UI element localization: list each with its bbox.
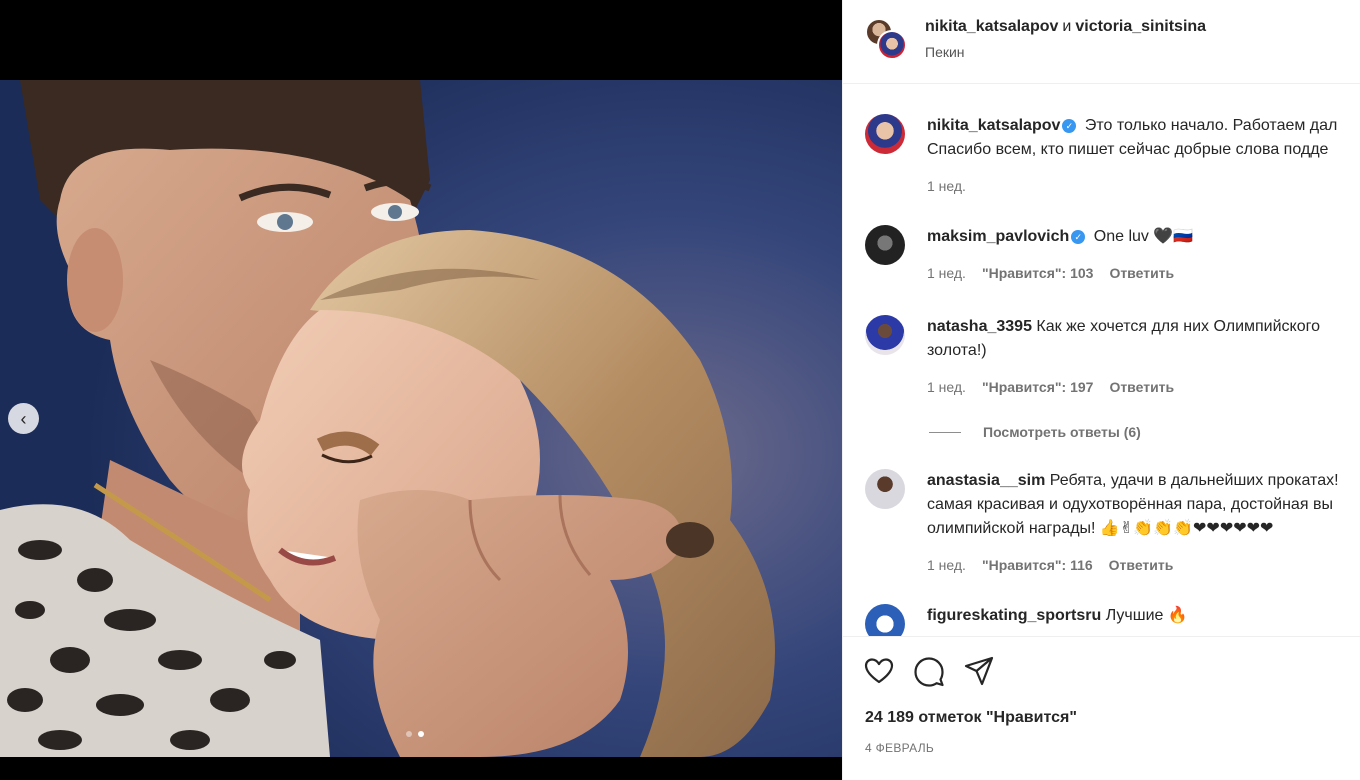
- comment-text: maksim_pavlovich ✓ One luv 🖤🇷🇺: [927, 225, 1360, 249]
- comment-icon[interactable]: [913, 655, 945, 687]
- comment-content: Ребята, удачи в дальнейших прокатах!: [1049, 472, 1339, 489]
- media-viewer: ‹: [0, 0, 842, 780]
- location-link[interactable]: Пекин: [925, 44, 965, 60]
- comment-content: Лучшие 🔥: [1105, 607, 1188, 624]
- avatar[interactable]: [865, 225, 905, 265]
- comment-time[interactable]: 1 нед.: [927, 557, 966, 573]
- username-link[interactable]: nikita_katsalapov: [927, 117, 1060, 134]
- avatar[interactable]: [865, 604, 905, 636]
- comment-text: anastasia__sim Ребята, удачи в дальнейши…: [927, 469, 1360, 541]
- carousel-indicator: [406, 731, 424, 737]
- comment-content: самая красивая и одухотворённая пара, до…: [927, 496, 1333, 513]
- comment-content: Как же хочется для них Олимпийского: [1036, 318, 1320, 335]
- photo-illustration: [0, 80, 842, 757]
- reply-button[interactable]: Ответить: [1109, 265, 1174, 281]
- post-panel: nikita_katsalapov и victoria_sinitsina Пек…: [842, 0, 1360, 780]
- previous-slide-button[interactable]: ‹: [8, 403, 39, 434]
- chevron-left-icon: ‹: [20, 408, 27, 429]
- avatar[interactable]: [865, 315, 905, 355]
- comment-likes[interactable]: "Нравится": 103: [982, 265, 1093, 281]
- collab-usernames: nikita_katsalapov и victoria_sinitsina: [925, 18, 1206, 36]
- username-link[interactable]: nikita_katsalapov: [925, 18, 1058, 35]
- carousel-dot-active: [418, 731, 424, 737]
- post-header: nikita_katsalapov и victoria_sinitsina Пек…: [843, 0, 1360, 84]
- username-link[interactable]: figureskating_sportsru: [927, 607, 1101, 624]
- username-link[interactable]: maksim_pavlovich: [927, 228, 1069, 245]
- caption-text: nikita_katsalapov ✓ Это только начало. Ра…: [927, 114, 1360, 162]
- conjunction-text: и: [1062, 18, 1072, 35]
- comments-list[interactable]: nikita_katsalapov ✓ Это только начало. Ра…: [843, 84, 1360, 636]
- verified-badge-icon: ✓: [1071, 230, 1086, 244]
- divider: [929, 431, 961, 433]
- comment-meta: 1 нед. "Нравится": 197 Ответить: [927, 379, 1174, 395]
- username-link[interactable]: victoria_sinitsina: [1075, 18, 1206, 35]
- avatar[interactable]: [865, 114, 905, 154]
- view-replies-button[interactable]: Посмотреть ответы (6): [929, 424, 1141, 440]
- carousel-dot: [406, 731, 412, 737]
- reply-button[interactable]: Ответить: [1109, 557, 1174, 573]
- comment-meta: 1 нед. "Нравится": 103 Ответить: [927, 265, 1174, 281]
- collab-avatar[interactable]: [865, 18, 907, 60]
- caption-line: Спасибо всем, кто пишет сейчас добрые сл…: [927, 141, 1329, 158]
- comment-content: One luv 🖤🇷🇺: [1093, 228, 1194, 245]
- heart-icon[interactable]: [863, 655, 895, 687]
- likes-count[interactable]: 24 189 отметок "Нравится": [865, 709, 1077, 727]
- comment-text: natasha_3395 Как же хочется для них Олим…: [927, 315, 1360, 363]
- username-link[interactable]: natasha_3395: [927, 318, 1032, 335]
- post-actions: 24 189 отметок "Нравится" 4 ФЕВРАЛЬ: [843, 636, 1360, 780]
- view-replies-label: Посмотреть ответы (6): [983, 424, 1141, 440]
- share-icon[interactable]: [963, 655, 995, 687]
- comment-likes[interactable]: "Нравится": 116: [982, 557, 1093, 573]
- comment-time[interactable]: 1 нед.: [927, 265, 966, 281]
- reply-button[interactable]: Ответить: [1109, 379, 1174, 395]
- verified-badge-icon: ✓: [1062, 119, 1077, 133]
- avatar: [877, 30, 907, 60]
- comment-content: олимпийской награды! 👍✌👏👏👏❤❤❤❤❤❤: [927, 520, 1274, 537]
- caption-line: Это только начало. Работаем дал: [1084, 117, 1338, 134]
- comment-content: золота!): [927, 342, 987, 359]
- comment-time[interactable]: 1 нед.: [927, 178, 966, 194]
- comment-time[interactable]: 1 нед.: [927, 379, 966, 395]
- comment-text: figureskating_sportsru Лучшие 🔥: [927, 604, 1360, 628]
- action-icons: [863, 655, 995, 687]
- avatar[interactable]: [865, 469, 905, 509]
- comment-meta: 1 нед. "Нравится": 116 Ответить: [927, 557, 1173, 573]
- comment-meta: 1 нед.: [927, 178, 966, 194]
- comment-likes[interactable]: "Нравится": 197: [982, 379, 1093, 395]
- username-link[interactable]: anastasia__sim: [927, 472, 1045, 489]
- post-date[interactable]: 4 ФЕВРАЛЬ: [865, 741, 934, 755]
- post-photo[interactable]: [0, 80, 842, 757]
